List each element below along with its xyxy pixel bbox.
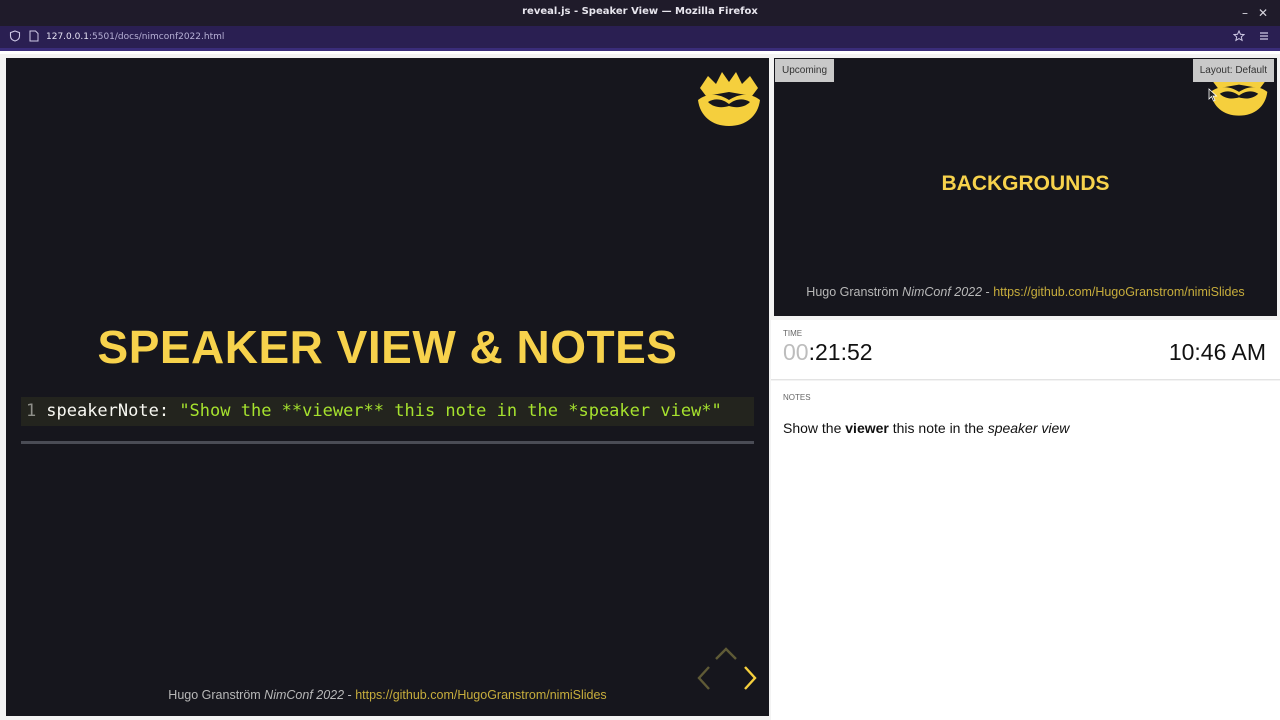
- footer-event: NimConf 2022: [264, 688, 345, 702]
- notes-text-part2: this note in the: [888, 420, 988, 436]
- shield-icon[interactable]: [6, 29, 24, 47]
- cursor-icon: [1208, 88, 1218, 102]
- code-block: 1 speakerNote: "Show the **viewer** this …: [21, 397, 754, 426]
- code-string: "Show the **viewer** this note in the *s…: [179, 401, 722, 421]
- code-scrollbar[interactable]: [21, 441, 754, 444]
- upcoming-footer-link[interactable]: https://github.com/HugoGranstrom/nimiSli…: [993, 285, 1245, 299]
- elapsed-timer[interactable]: 00:21:52: [783, 339, 873, 366]
- notes-text: Show the viewer this note in the speaker…: [783, 420, 1069, 436]
- footer-link[interactable]: https://github.com/HugoGranstrom/nimiSli…: [355, 688, 607, 702]
- minimize-icon[interactable]: –: [1237, 5, 1253, 21]
- url-path: :5501/docs/nimconf2022.html: [88, 32, 225, 42]
- elapsed-hours: 00: [783, 339, 809, 365]
- slide-heading: SPEAKER VIEW & NOTES: [97, 321, 678, 373]
- star-icon[interactable]: [1230, 29, 1248, 47]
- code-key: speakerNote:: [46, 401, 180, 421]
- chevron-left-icon[interactable]: [696, 664, 712, 692]
- upcoming-heading: BACKGROUNDS: [941, 172, 1110, 195]
- chevron-up-icon[interactable]: [713, 646, 739, 662]
- upcoming-footer-event: NimConf 2022: [902, 285, 983, 299]
- close-icon[interactable]: ✕: [1255, 5, 1271, 21]
- address-bar: 127.0.0.1:5501/docs/nimconf2022.html: [0, 26, 1280, 51]
- window-title: reveal.js - Speaker View — Mozilla Firef…: [522, 6, 758, 17]
- crown-logo: [698, 72, 760, 126]
- upcoming-label: Upcoming: [775, 59, 835, 82]
- notes-label: NOTES: [783, 393, 811, 402]
- menu-icon[interactable]: [1255, 29, 1273, 47]
- notes-panel: NOTES Show the viewer this note in the s…: [771, 381, 1280, 720]
- upcoming-footer-author: Hugo Granström: [806, 285, 903, 299]
- timer-panel: TIME 00:21:52 10:46 AM: [771, 320, 1280, 380]
- notes-text-bold: viewer: [845, 420, 889, 436]
- speaker-view: SPEAKER VIEW & NOTES 1 speakerNote: "Show…: [0, 54, 1280, 720]
- slide-footer: Hugo Granström NimConf 2022 - https://gi…: [6, 688, 769, 702]
- chevron-right-icon[interactable]: [742, 664, 758, 692]
- upcoming-footer: Hugo Granström NimConf 2022 - https://gi…: [774, 285, 1277, 299]
- url-field[interactable]: 127.0.0.1:5501/docs/nimconf2022.html: [46, 32, 224, 42]
- current-slide[interactable]: SPEAKER VIEW & NOTES 1 speakerNote: "Show…: [6, 58, 769, 716]
- time-label: TIME: [783, 329, 803, 338]
- clock-time: 10:46 AM: [1168, 339, 1266, 365]
- window-titlebar: reveal.js - Speaker View — Mozilla Firef…: [0, 0, 1280, 26]
- upcoming-footer-separator: -: [982, 285, 994, 299]
- layout-button[interactable]: Layout: Default: [1192, 59, 1274, 82]
- notes-text-part1: Show the: [783, 420, 846, 436]
- code-line-number: 1: [26, 401, 37, 421]
- page-icon: [25, 29, 43, 47]
- footer-author: Hugo Granström: [168, 688, 265, 702]
- upcoming-slide[interactable]: Upcoming Layout: Default BACKGROUNDS Hug…: [774, 58, 1277, 316]
- notes-text-italic: speaker view: [987, 420, 1070, 436]
- footer-separator: -: [344, 688, 356, 702]
- elapsed-minutes-seconds: :21:52: [808, 339, 873, 365]
- url-host: 127.0.0.1: [46, 32, 89, 42]
